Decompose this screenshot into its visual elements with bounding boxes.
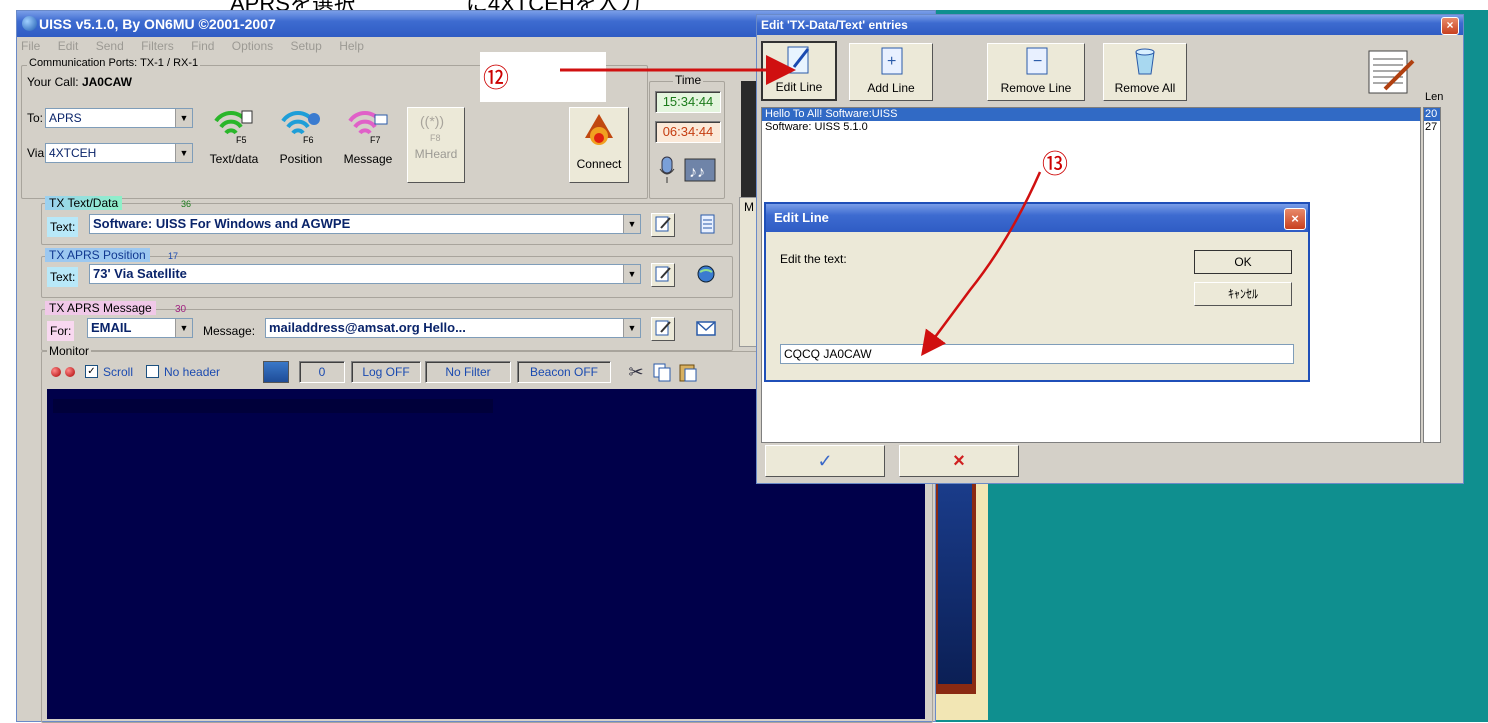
annotation-arrows [560, 55, 1042, 357]
arrow-to-input [921, 171, 1042, 357]
